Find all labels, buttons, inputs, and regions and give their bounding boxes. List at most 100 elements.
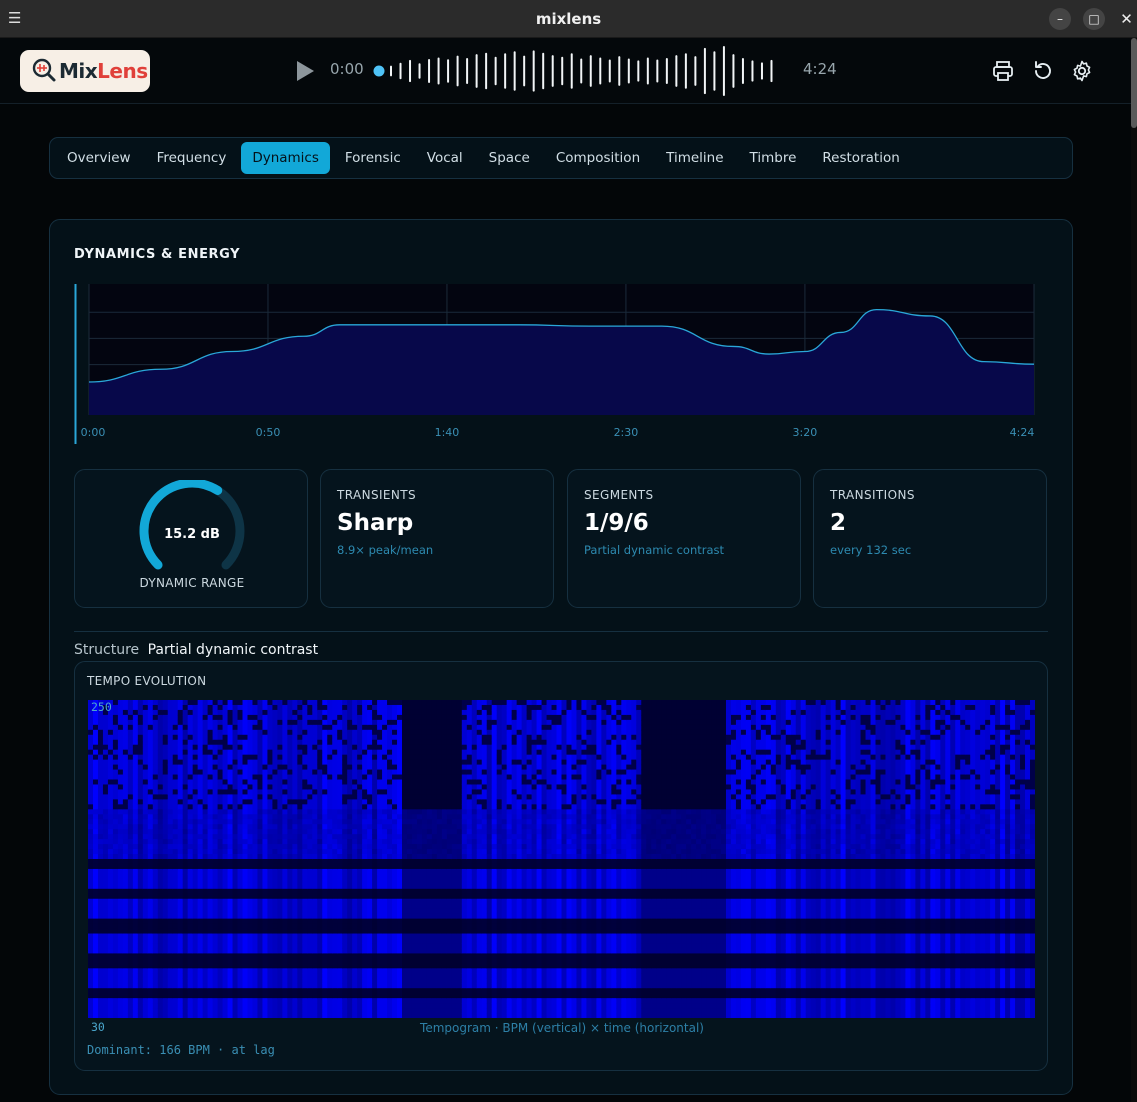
tempogram-cell [446, 928, 453, 935]
gear-icon[interactable] [1070, 59, 1094, 83]
tempogram-cell [202, 844, 209, 850]
tempogram-cell [431, 784, 438, 791]
tempogram-cell [252, 734, 259, 741]
tempogram-cell [322, 968, 328, 974]
playhead-dot[interactable] [373, 65, 385, 77]
tempogram-cell [357, 868, 363, 875]
tempogram-cell [242, 739, 249, 746]
tempogram-cell [421, 854, 428, 860]
tempogram-cell [352, 774, 358, 781]
tempogram-cell [262, 819, 269, 825]
tempogram-cell [157, 774, 164, 781]
tempogram-cell [347, 729, 353, 736]
tab-overview[interactable]: Overview [56, 142, 142, 174]
tempogram-cell [237, 819, 244, 825]
scrollbar[interactable] [1131, 38, 1137, 1102]
tempogram-cell [456, 729, 463, 736]
tempogram-cell [187, 908, 194, 915]
close-icon[interactable]: ✕ [1116, 8, 1137, 30]
tempogram-cell [302, 868, 308, 875]
tempogram-cell [312, 799, 318, 805]
tempogram-cell [247, 814, 254, 820]
tempogram-cell [416, 1003, 423, 1009]
tempogram-cell [112, 759, 119, 766]
tempogram-cell [232, 764, 239, 771]
tempogram-cell [426, 814, 433, 820]
tempogram-cell [436, 700, 443, 706]
tab-restoration[interactable]: Restoration [811, 142, 910, 174]
tab-timeline[interactable]: Timeline [655, 142, 734, 174]
tempogram-cell [367, 893, 373, 900]
tempogram-cell [317, 863, 323, 870]
tempogram-cell [397, 863, 403, 870]
tempogram-cell [362, 794, 368, 800]
tempogram-cell [431, 908, 438, 915]
tempogram-cell [312, 913, 318, 920]
print-icon[interactable] [991, 59, 1015, 83]
tempogram-cell [197, 814, 204, 820]
tab-space[interactable]: Space [478, 142, 541, 174]
tab-timbre[interactable]: Timbre [739, 142, 808, 174]
tempogram-cell [217, 958, 224, 964]
tempogram-cell [122, 953, 129, 959]
scrollbar-thumb[interactable] [1131, 38, 1137, 128]
minimize-icon[interactable]: – [1049, 8, 1071, 30]
tempogram-cell [397, 764, 403, 771]
tempogram-cell [172, 804, 179, 810]
tempogram-cell [172, 724, 179, 731]
tempogram-cell [127, 903, 134, 910]
tempogram-cell [317, 958, 323, 964]
tempogram-cell [292, 918, 298, 925]
tempogram-cell [441, 829, 448, 835]
tempogram-cell [267, 849, 274, 855]
maximize-icon[interactable]: □ [1083, 8, 1105, 30]
tempogram-cell [267, 814, 274, 820]
reset-icon[interactable] [1031, 59, 1055, 83]
tempogram-cell [406, 898, 413, 905]
tempogram-cell [421, 878, 428, 885]
tempogram-cell [377, 903, 383, 910]
tab-vocal[interactable]: Vocal [416, 142, 474, 174]
tempogram-cell [332, 849, 338, 855]
tempogram-cell [392, 868, 398, 875]
tempogram-cell [332, 754, 338, 761]
tempogram-cell [212, 948, 219, 955]
tempogram-cell [157, 983, 164, 989]
tempogram-cell [122, 963, 129, 969]
tempogram-cell [187, 903, 194, 910]
tempogram-cell [122, 918, 129, 925]
tab-dynamics[interactable]: Dynamics [241, 142, 330, 174]
tempogram-cell [382, 719, 388, 726]
tempogram-cell [421, 774, 428, 781]
tempogram-cell [102, 794, 109, 800]
tempogram-cell [446, 893, 453, 900]
tempogram-cell [167, 754, 174, 761]
tempogram-cell [147, 993, 154, 999]
tempogram-cell [112, 804, 119, 810]
waveform-scrubber[interactable] [371, 46, 791, 96]
tempogram-cell [406, 868, 413, 875]
tab-frequency[interactable]: Frequency [146, 142, 238, 174]
tempogram-cell [192, 1013, 199, 1018]
tempogram-cell [332, 963, 338, 969]
tempogram-cell [232, 1008, 239, 1014]
play-icon[interactable] [294, 60, 316, 82]
tempogram-cell [127, 774, 134, 781]
tempogram-cell [446, 774, 453, 781]
tempogram-cell [117, 854, 124, 860]
tempogram-cell [332, 824, 338, 830]
tempogram-cell [192, 938, 199, 945]
tempogram-cell [302, 829, 308, 835]
tempogram-cell [282, 719, 288, 726]
mixlens-logo[interactable]: MixLens [20, 50, 150, 92]
tempogram-cell [207, 973, 214, 979]
tempogram-cell [426, 943, 433, 950]
tempogram-cell [426, 794, 433, 800]
tempogram-cell [137, 784, 144, 791]
tempogram-cell [227, 769, 234, 776]
tab-composition[interactable]: Composition [545, 142, 651, 174]
tempogram-cell [217, 839, 224, 845]
tempogram-cell [237, 774, 244, 781]
tempogram-cell [282, 923, 288, 930]
tab-forensic[interactable]: Forensic [334, 142, 412, 174]
